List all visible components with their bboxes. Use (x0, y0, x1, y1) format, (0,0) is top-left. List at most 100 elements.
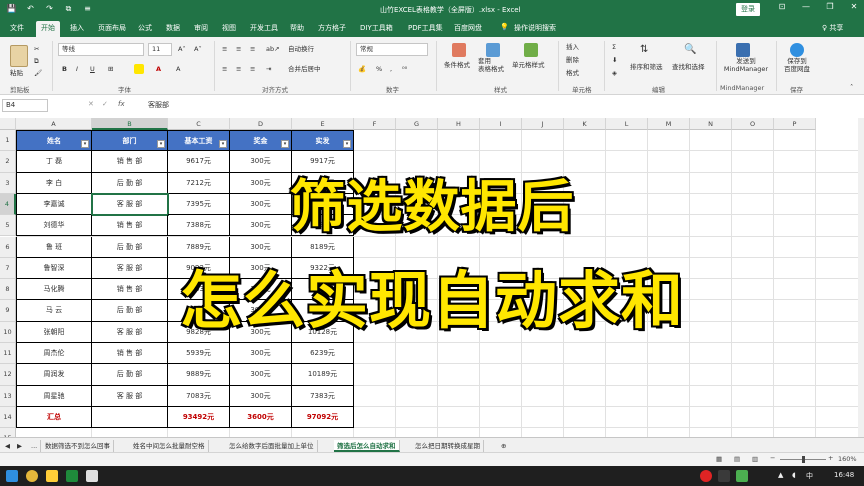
format-cells-button[interactable]: 格式 (566, 67, 579, 80)
column-header[interactable]: P (774, 118, 816, 130)
filter-dropdown-icon[interactable]: ▾ (343, 140, 351, 149)
table-format-icon[interactable] (486, 43, 500, 57)
filter-dropdown-icon[interactable]: ▾ (281, 140, 289, 149)
redo-icon[interactable]: ↷ (44, 3, 55, 15)
clock[interactable]: 16:48 (834, 471, 854, 479)
table-cell[interactable]: 7083元 (168, 385, 230, 407)
column-header[interactable]: H (438, 118, 480, 130)
tab-data[interactable]: 数据 (166, 23, 180, 33)
border-icon[interactable]: ⊞ (108, 63, 113, 76)
row-header[interactable]: 11 (0, 343, 16, 365)
column-header[interactable]: K (564, 118, 606, 130)
tab-page-layout[interactable]: 页面布局 (98, 23, 126, 33)
tab-help[interactable]: 帮助 (290, 23, 304, 33)
column-header[interactable]: C (168, 118, 230, 130)
zoom-slider-thumb[interactable] (802, 456, 805, 463)
decimal-icon[interactable]: ⁰⁰ (402, 63, 407, 76)
name-box[interactable]: B4 (2, 99, 48, 112)
align-left-icon[interactable]: ≡ (222, 63, 227, 76)
table-cell[interactable]: 6239元 (292, 343, 354, 365)
tab-formulas[interactable]: 公式 (138, 23, 152, 33)
tray-app-icon[interactable] (700, 470, 712, 482)
page-break-view-icon[interactable]: ▥ (752, 455, 758, 463)
column-header[interactable]: A (16, 118, 92, 130)
formula-input[interactable]: 客服部 (148, 100, 169, 110)
row-header[interactable]: 14 (0, 406, 16, 429)
currency-icon[interactable]: 💰 (358, 63, 366, 76)
table-header-cell[interactable]: 部门 ▾ (92, 130, 168, 152)
underline-button[interactable]: U (90, 63, 95, 76)
font-size-select[interactable]: 11 (148, 43, 172, 56)
table-cell[interactable]: 销 售 部 (92, 343, 168, 365)
total-cell[interactable]: 汇总 (16, 406, 92, 429)
table-cell[interactable]: 300元 (230, 385, 292, 407)
column-header[interactable]: G (396, 118, 438, 130)
wrap-text-button[interactable]: 自动换行 (288, 43, 314, 56)
tab-diy-toolbox[interactable]: DIY工具箱 (360, 23, 393, 33)
column-header[interactable]: O (732, 118, 774, 130)
save-baidu-button[interactable]: 保存到 百度网盘 (780, 57, 814, 73)
excel-taskbar-icon[interactable] (66, 470, 78, 482)
page-layout-view-icon[interactable]: ▤ (734, 455, 740, 463)
volume-icon[interactable]: ◖ (792, 471, 796, 479)
tab-baidu[interactable]: 百度网盘 (454, 23, 482, 33)
column-header[interactable]: N (690, 118, 732, 130)
row-header[interactable]: 1 (0, 130, 16, 152)
table-cell[interactable]: 周星驰 (16, 385, 92, 407)
tell-me-search[interactable]: 操作说明搜索 (514, 23, 556, 33)
sheet-tab-active[interactable]: 筛选后怎么自动求和 (334, 440, 400, 452)
screenshot-icon[interactable]: ⧉ (63, 3, 74, 15)
table-cell[interactable]: 5939元 (168, 343, 230, 365)
table-cell[interactable]: 300元 (230, 364, 292, 386)
table-cell[interactable]: 后 勤 部 (92, 364, 168, 386)
conditional-format-button[interactable]: 条件格式 (444, 59, 470, 72)
minimize-icon[interactable]: — (796, 2, 816, 11)
row-header[interactable]: 12 (0, 364, 16, 386)
maximize-icon[interactable]: ❐ (820, 2, 840, 11)
column-header[interactable]: D (230, 118, 292, 130)
align-center-icon[interactable]: ≡ (236, 63, 241, 76)
file-explorer-icon[interactable] (46, 470, 58, 482)
windows-start-icon[interactable] (6, 470, 18, 482)
share-button[interactable]: ♀ 共享 (822, 23, 843, 33)
orientation-icon[interactable]: ab↗ (266, 43, 280, 56)
table-cell[interactable]: 客 服 部 (92, 385, 168, 407)
table-format-button[interactable]: 套用 表格格式 (478, 57, 504, 73)
table-cell[interactable]: 9889元 (168, 364, 230, 386)
merge-center-button[interactable]: 合并后居中 (288, 63, 321, 76)
zoom-out-button[interactable]: − (770, 454, 775, 462)
select-all-corner[interactable] (0, 118, 16, 130)
tray-app-icon[interactable] (736, 470, 748, 482)
table-cell[interactable]: 周润发 (16, 364, 92, 386)
italic-button[interactable]: I (76, 63, 78, 76)
login-button[interactable]: 登录 (736, 3, 760, 16)
font-color-button[interactable]: A (156, 63, 161, 76)
app-taskbar-icon[interactable] (86, 470, 98, 482)
sheet-next-icon[interactable]: ▶ (14, 440, 25, 452)
column-header[interactable]: J (522, 118, 564, 130)
column-header[interactable]: L (606, 118, 648, 130)
bold-button[interactable]: B (62, 63, 67, 76)
customize-qa-icon[interactable]: ≡ (82, 3, 93, 15)
paste-icon[interactable] (10, 45, 28, 67)
cancel-icon[interactable]: ✕ (88, 100, 94, 108)
total-cell[interactable]: 93492元 (168, 406, 230, 429)
browser-icon[interactable] (26, 470, 38, 482)
find-select-button[interactable]: 查找和选择 (672, 61, 705, 74)
sort-filter-icon[interactable]: ⇅ (640, 43, 648, 56)
add-sheet-icon[interactable]: ⊕ (498, 440, 509, 452)
enter-icon[interactable]: ✓ (102, 100, 108, 108)
column-header[interactable]: I (480, 118, 522, 130)
grow-font-icon[interactable]: A˄ (178, 43, 186, 56)
filter-dropdown-icon[interactable]: ▾ (219, 140, 227, 149)
tab-home[interactable]: 开始 (36, 21, 60, 37)
phonetic-button[interactable]: A (176, 63, 180, 76)
number-format-select[interactable]: 常规 (356, 43, 428, 56)
column-header[interactable]: E (292, 118, 354, 130)
tab-insert[interactable]: 插入 (70, 23, 84, 33)
find-select-icon[interactable]: 🔍 (684, 43, 696, 56)
total-cell[interactable] (92, 406, 168, 429)
format-painter-icon[interactable]: 🖌 (34, 67, 42, 80)
table-header-cell[interactable]: 基本工资 ▾ (168, 130, 230, 152)
align-right-icon[interactable]: ≡ (250, 63, 255, 76)
